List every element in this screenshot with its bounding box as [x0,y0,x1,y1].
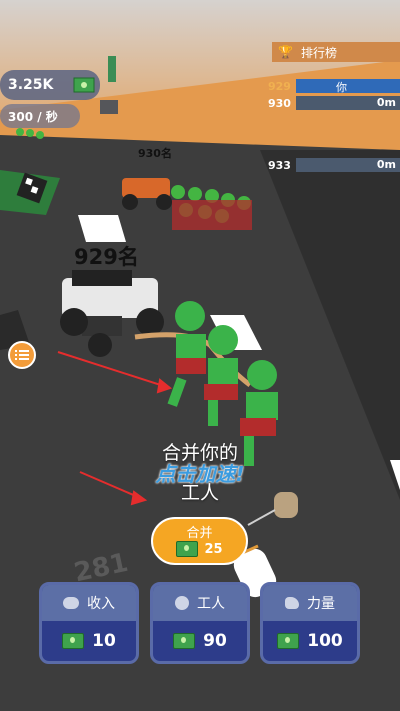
coins-icon [63,597,79,609]
upgrade-label: 力量 [307,596,335,612]
opponent-rank-label: 930名 [138,147,172,160]
cash-icon [173,633,196,649]
upgrade-label: 收入 [87,596,115,612]
upgrade-cost: 10 [92,631,116,651]
leaderboard-header[interactable]: 🏆 排行榜 [272,42,400,62]
upgrade-strength-button[interactable]: 力量 100 [260,582,360,664]
leaderboard-row: 930 0m [266,94,400,112]
merge-button-label: 合并 [186,526,213,541]
upgrade-cost: 90 [203,631,227,651]
upgrade-worker-button[interactable]: 工人 90 [150,582,250,664]
merge-button[interactable]: 合并 25 [151,517,248,565]
cash-icon [176,541,199,557]
strength-icon [285,597,299,609]
leaderboard-title: 排行榜 [300,45,337,60]
merge-prompt-line2: 工人 [180,482,219,504]
leaderboard-name: 你 [336,81,347,94]
leaderboard-distance: 0m [376,158,396,171]
upgrade-label: 工人 [197,596,225,612]
worker-icon [175,596,189,610]
income-rate: 300 / 秒 [0,104,80,128]
list-icon [15,350,29,360]
player-rank-label: 929名 [74,245,139,269]
upgrade-cost: 100 [307,631,343,651]
cash-icon [73,77,95,93]
income-rate-value: 300 / 秒 [8,109,58,124]
trophy-icon: 🏆 [278,45,293,59]
leaderboard-rank: 929 [268,79,291,93]
leaderboard-distance: 0m [376,96,396,109]
leaderboard-bar: 0m [296,96,400,110]
cash-icon [277,633,300,649]
list-menu-button[interactable] [8,341,36,369]
leaderboard-row: 933 0m [266,156,400,174]
leaderboard-rank: 930 [268,96,291,110]
leaderboard-row: 929 你 [266,77,400,95]
money-counter: 3.25K [0,70,100,100]
leaderboard-bar: 你 [296,79,400,94]
leaderboard-bar: 0m [296,158,400,172]
cash-icon [62,633,85,649]
merge-button-cost: 25 [153,541,246,557]
merge-cost-value: 25 [204,541,223,557]
money-value: 3.25K [8,77,54,93]
upgrade-income-button[interactable]: 收入 10 [39,582,139,664]
leaderboard-rank: 933 [268,158,291,172]
